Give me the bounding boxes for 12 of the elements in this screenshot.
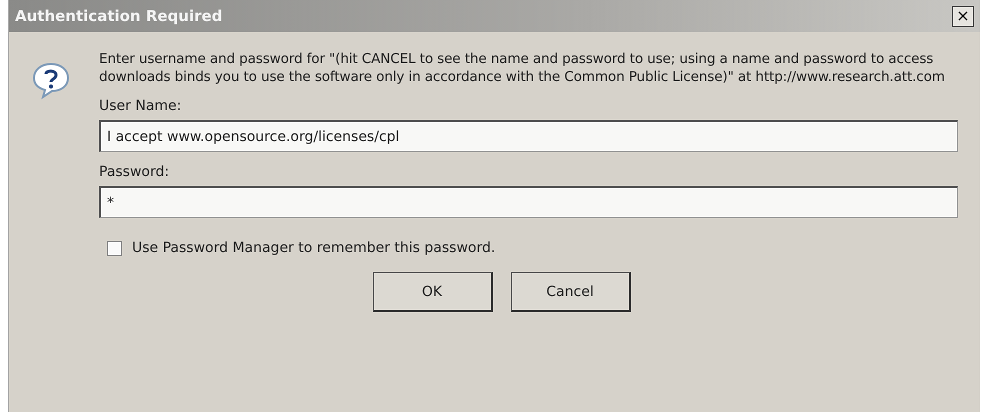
checkbox[interactable] xyxy=(107,240,122,256)
checkbox-label: Use Password Manager to remember this password. xyxy=(132,240,496,256)
field-label: User Name: xyxy=(99,98,182,114)
prompt-message: Enter username and password for "(hit CANCEL to see the name and password to use; using a name and password to access downloads binds you to use the software only in accordance with the Common Public License)" at http://www.research.att.com xyxy=(99,50,946,86)
close-button[interactable]: × xyxy=(952,6,974,26)
window-title: Authentication Required xyxy=(15,7,222,25)
input-field[interactable]: * xyxy=(99,186,958,218)
cancel-button[interactable]: Cancel xyxy=(510,272,630,312)
field-label: Password: xyxy=(99,164,170,180)
ok-button[interactable]: OK xyxy=(372,272,492,312)
question-icon xyxy=(31,60,71,100)
input-field[interactable]: I accept www.opensource.org/licenses/cpl xyxy=(99,120,958,152)
